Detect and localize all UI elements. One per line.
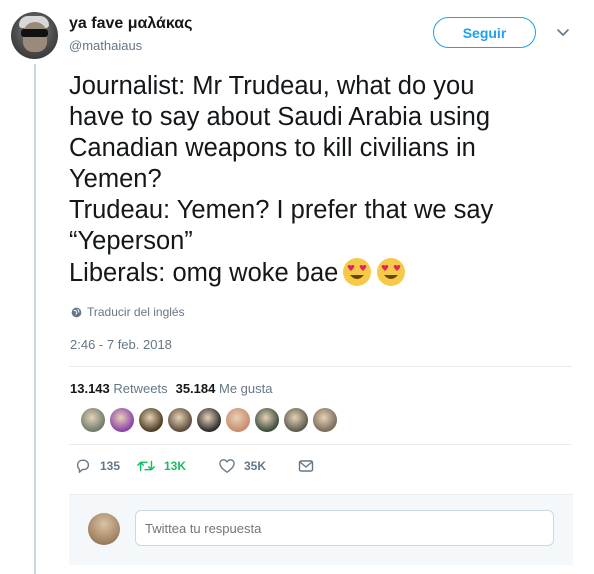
author-name[interactable]: ya fave μαλάκας	[69, 15, 192, 33]
reply-action[interactable]: 135	[74, 457, 136, 475]
liker-avatar[interactable]	[110, 408, 134, 432]
reply-count: 135	[100, 459, 121, 473]
translate-link[interactable]: Traducir del inglés	[71, 305, 185, 319]
liker-avatar[interactable]	[284, 408, 308, 432]
tweet-line: Yemen?	[69, 165, 162, 193]
tweet-line: Canadian weapons to kill civilians in	[69, 134, 476, 162]
chevron-down-icon[interactable]	[555, 24, 571, 40]
like-count: 35K	[244, 459, 267, 473]
likes-label: Me gusta	[218, 381, 273, 396]
liker-avatar[interactable]	[168, 408, 192, 432]
retweet-icon	[137, 460, 155, 472]
liker-avatar[interactable]	[139, 408, 163, 432]
author-handle[interactable]: @mathaiaus	[69, 38, 142, 53]
retweet-action[interactable]: 13K	[136, 458, 218, 474]
retweet-count: 13K	[164, 459, 187, 473]
retweets-count: 13.143	[70, 381, 110, 396]
tweet-timestamp[interactable]: 2:46 - 7 feb. 2018	[70, 337, 172, 352]
author-avatar[interactable]	[11, 12, 58, 59]
tweet-line: Journalist: Mr Trudeau, what do you	[69, 72, 475, 100]
follow-button[interactable]: Seguir	[433, 17, 536, 48]
envelope-icon	[298, 460, 314, 472]
tweet-line: Liberals: omg woke bae	[69, 259, 339, 287]
liker-avatar[interactable]	[226, 408, 250, 432]
tweet-line: have to say about Saudi Arabia using	[69, 103, 491, 131]
retweets-label: Retweets	[113, 381, 168, 396]
liker-avatar[interactable]	[197, 408, 221, 432]
globe-icon	[71, 307, 82, 317]
tweet-line-last: Liberals: omg woke bae	[69, 257, 569, 289]
tweet-line: Trudeau: Yemen? I prefer that we say	[69, 196, 494, 224]
divider	[69, 444, 572, 445]
reply-input[interactable]	[135, 510, 554, 546]
liker-avatar[interactable]	[313, 408, 337, 432]
heart-eyes-emoji-icon	[343, 258, 372, 286]
likes-stat[interactable]: 35.184 Me gusta	[176, 381, 273, 396]
retweets-stat[interactable]: 13.143 Retweets	[70, 381, 168, 396]
likes-count: 35.184	[175, 381, 216, 396]
tweet-stats: 13.143 Retweets 35.184 Me gusta	[70, 381, 272, 396]
tweet-line: “Yeperson”	[69, 227, 193, 255]
like-action[interactable]: 35K	[218, 458, 298, 474]
reply-icon	[76, 459, 90, 473]
translate-label[interactable]: Traducir del inglés	[87, 305, 185, 319]
thread-line	[34, 64, 36, 574]
liker-avatar[interactable]	[255, 408, 279, 432]
reply-composer	[69, 494, 573, 565]
divider	[69, 366, 572, 367]
tweet-text: Journalist: Mr Trudeau, what do you have…	[69, 71, 569, 289]
heart-eyes-emoji-icon	[377, 258, 406, 286]
liker-avatar[interactable]	[81, 408, 105, 432]
tweet-actions: 135 13K 35K	[74, 457, 314, 475]
heart-icon	[219, 459, 235, 473]
user-avatar	[88, 513, 120, 545]
message-action[interactable]	[298, 459, 314, 473]
liker-avatars	[81, 408, 337, 432]
